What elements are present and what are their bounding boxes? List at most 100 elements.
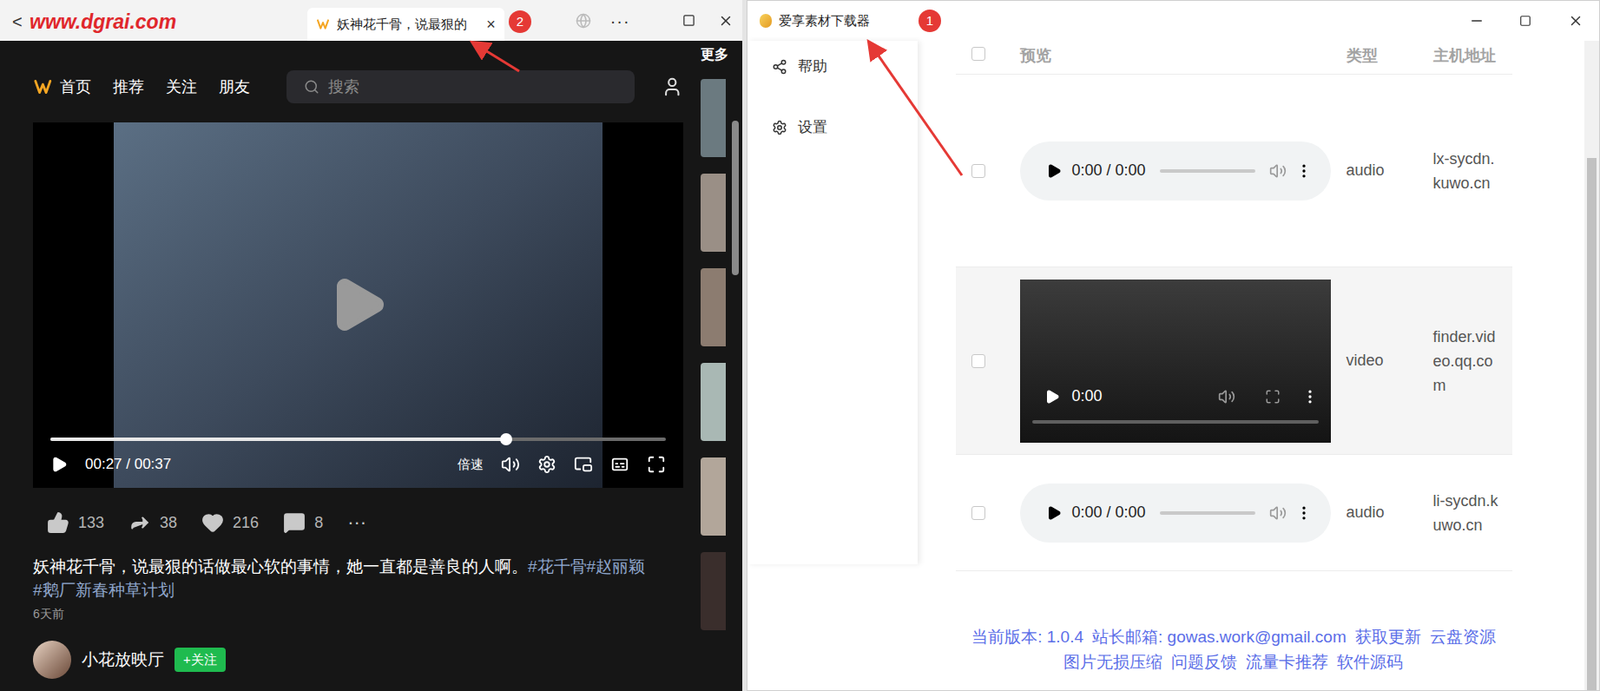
tab-label: 妖神花千骨，说最狠的 — [336, 14, 480, 35]
fullscreen-icon[interactable] — [1264, 388, 1281, 405]
host-cell: li-sycdn.kuwo.cn — [1433, 488, 1500, 538]
type-cell: audio — [1346, 500, 1434, 525]
volume-icon[interactable] — [1218, 388, 1236, 406]
more-actions-button[interactable]: ··· — [347, 512, 367, 534]
close-icon[interactable] — [717, 13, 734, 29]
table-row[interactable]: 0:00 / 0:00audiolx-sycdn.kuwo.cn — [955, 74, 1513, 268]
desktop: < 妖神花千骨，说最狠的 × ··· 首页推荐关注朋友 搜索 00:27 / 00:37倍速… — [0, 0, 1600, 691]
play-icon[interactable] — [1046, 505, 1062, 521]
volume-icon[interactable] — [1269, 504, 1287, 522]
watermark: www.dgrai.com — [29, 6, 177, 38]
action-button[interactable]: 8 — [283, 511, 323, 535]
footer-link[interactable]: 问题反馈 — [1171, 651, 1238, 673]
author-name[interactable]: 小花放映厅 — [81, 647, 165, 673]
related-thumbnail[interactable] — [700, 268, 726, 347]
action-row: 133 38 216 8 ··· — [32, 509, 684, 536]
window-scrollbar[interactable] — [1584, 40, 1600, 691]
play-icon[interactable] — [1046, 163, 1062, 179]
close-icon[interactable] — [1567, 13, 1584, 29]
pip-icon[interactable] — [573, 454, 593, 475]
footer-link[interactable]: 图片无损压缩 — [1063, 651, 1163, 673]
action-button[interactable]: 133 — [46, 511, 105, 535]
follow-button[interactable]: +关注 — [174, 647, 226, 673]
video-controls: 00:27 / 00:37倍速 — [32, 437, 684, 488]
nav-item[interactable]: 首页 — [59, 75, 92, 99]
audio-progress[interactable] — [1159, 511, 1256, 515]
window-title: 爱享素材下载器 — [778, 11, 870, 32]
nav-item[interactable]: 朋友 — [218, 75, 251, 99]
video-progress[interactable] — [1032, 420, 1319, 424]
audio-progress[interactable] — [1159, 169, 1256, 173]
settings-icon — [771, 119, 788, 136]
row-checkbox[interactable] — [971, 164, 986, 178]
table-row[interactable]: 0:00videofinder.video.qq.com — [955, 267, 1513, 455]
play-icon[interactable] — [1044, 388, 1061, 405]
footer-link[interactable]: 软件源码 — [1336, 651, 1403, 673]
nav-item[interactable]: 推荐 — [112, 75, 145, 99]
browser-menu-button[interactable]: ··· — [610, 10, 631, 32]
type-cell: audio — [1346, 158, 1434, 183]
share-icon — [771, 59, 788, 75]
progress-track[interactable] — [50, 437, 666, 442]
post-age: 6天前 — [32, 605, 684, 624]
row-checkbox[interactable] — [971, 354, 986, 369]
play-icon[interactable] — [50, 455, 68, 474]
more-icon[interactable] — [1301, 388, 1319, 406]
annotation-badge: 1 — [918, 9, 942, 33]
action-button[interactable]: 38 — [128, 511, 178, 535]
media-table: 预览类型主机地址0:00 / 0:00audiolx-sycdn.kuwo.cn… — [955, 40, 1513, 572]
footer-link[interactable]: 当前版本: 1.0.4 — [971, 626, 1084, 648]
page-scrollbar[interactable] — [731, 40, 739, 691]
footer-link[interactable]: 云盘资源 — [1429, 626, 1496, 648]
web-fullscreen-icon[interactable] — [610, 454, 630, 475]
table-row[interactable]: 0:00 / 0:00 audioli-sycdn.kuwo.cn — [955, 454, 1513, 572]
footer: 当前版本: 1.0.4 站长邮箱: gowas.work@gmail.com 获取更… — [971, 626, 1496, 673]
footer-link[interactable]: 站长邮箱: gowas.work@gmail.com — [1092, 626, 1347, 648]
search-field[interactable]: 搜索 — [286, 70, 636, 104]
related-thumbnail[interactable] — [700, 362, 726, 442]
hashtag[interactable]: #花千骨 — [527, 554, 587, 579]
sidebar-item[interactable]: 帮助 — [771, 49, 918, 85]
audio-player[interactable]: 0:00 / 0:00 — [1020, 483, 1331, 543]
browser-window: < 妖神花千骨，说最狠的 × ··· 首页推荐关注朋友 搜索 00:27 / 00:37倍速… — [0, 0, 743, 691]
host-cell: finder.video.qq.com — [1433, 324, 1500, 398]
more-icon[interactable] — [1295, 504, 1313, 522]
tab-close-button[interactable]: × — [486, 15, 496, 33]
action-button[interactable]: 216 — [201, 511, 259, 535]
app-lemon-icon — [759, 13, 772, 28]
video-player[interactable]: 0:00 — [1020, 279, 1331, 443]
maximize-icon[interactable] — [682, 13, 696, 27]
related-thumbnail[interactable] — [700, 552, 726, 631]
back-button[interactable]: < — [12, 11, 23, 33]
speed-button[interactable]: 倍速 — [457, 454, 484, 475]
maximize-icon[interactable] — [1519, 14, 1532, 27]
video-player[interactable]: 00:27 / 00:37倍速 — [32, 122, 684, 488]
footer-link[interactable]: 流量卡推荐 — [1245, 651, 1329, 673]
related-thumbnail[interactable] — [700, 457, 726, 536]
user-icon[interactable] — [661, 75, 684, 99]
settings-icon[interactable] — [537, 454, 557, 475]
volume-icon[interactable] — [1269, 162, 1287, 180]
sidebar-item[interactable]: 设置 — [771, 110, 918, 145]
author-avatar[interactable] — [32, 640, 72, 679]
related-thumbnail[interactable] — [700, 173, 726, 252]
row-checkbox[interactable] — [971, 506, 986, 521]
hashtag[interactable]: #赵丽颖 — [586, 554, 646, 579]
minimize-icon[interactable] — [1468, 13, 1485, 29]
row-checkbox[interactable] — [971, 46, 986, 61]
hashtag[interactable]: #鹅厂新春种草计划 — [32, 578, 175, 602]
globe-icon[interactable] — [575, 13, 592, 29]
author-row: 小花放映厅 +关注 — [32, 640, 684, 679]
volume-icon[interactable] — [500, 454, 521, 475]
comment-icon — [283, 511, 306, 534]
browser-tab[interactable]: 妖神花千骨，说最狠的 × — [307, 7, 505, 41]
page-content: 首页推荐关注朋友搜索00:27 / 00:37倍速133382168···妖神花… — [0, 40, 743, 691]
top-nav: 首页推荐关注朋友 搜索 — [32, 40, 684, 123]
big-play-icon[interactable] — [326, 269, 389, 340]
fullscreen-icon[interactable] — [646, 454, 666, 475]
related-thumbnail[interactable] — [700, 79, 726, 158]
more-icon[interactable] — [1295, 162, 1313, 180]
footer-link[interactable]: 获取更新 — [1355, 626, 1422, 648]
audio-player[interactable]: 0:00 / 0:00 — [1020, 141, 1331, 201]
nav-item[interactable]: 关注 — [165, 75, 198, 99]
